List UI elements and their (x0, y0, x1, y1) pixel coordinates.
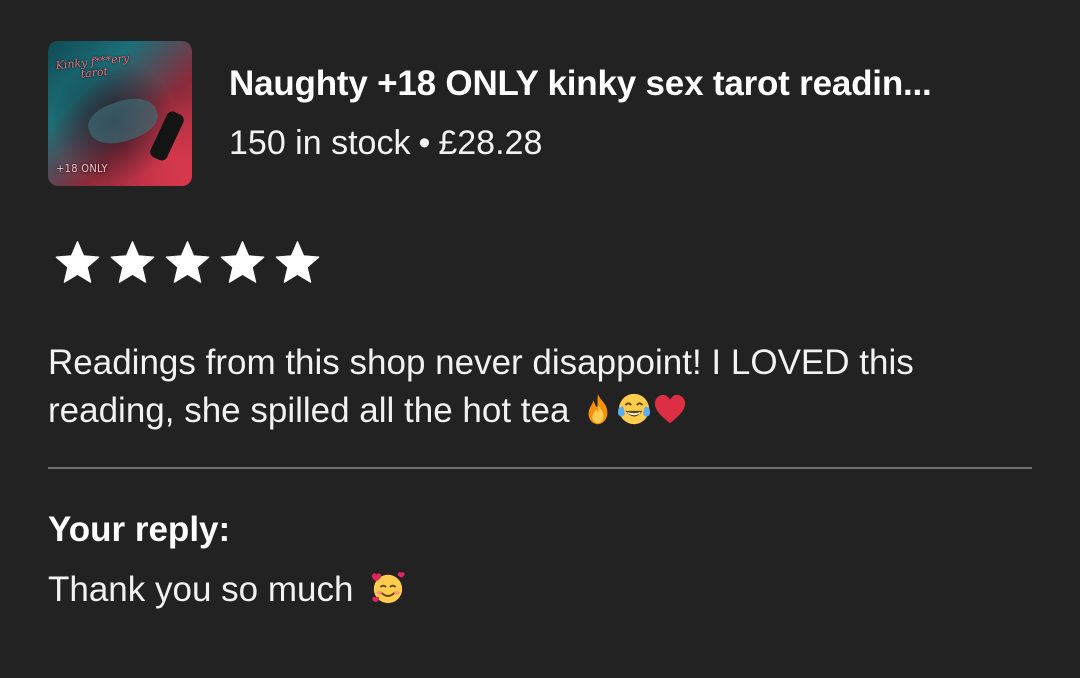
reply-text: Thank you so much (48, 570, 354, 609)
review-card: Kinky f***ery tarot +18 ONLY Naughty +18… (0, 0, 1080, 678)
review-text-block: Readings from this shop never disappoint… (48, 339, 1038, 435)
smiling-face-with-hearts-emoji-icon (372, 572, 405, 604)
star-icon (220, 241, 265, 283)
red-heart-emoji-icon (655, 394, 686, 424)
reply-label: Your reply: (48, 510, 231, 549)
product-meta: 150 in stock • £28.28 (229, 124, 542, 163)
thumbnail-age-badge: +18 ONLY (56, 162, 108, 175)
meta-separator: • (418, 124, 431, 162)
review-text: Readings from this shop never disappoint… (48, 343, 914, 430)
star-icon (110, 241, 155, 283)
fire-emoji-icon (588, 393, 608, 425)
star-icon (165, 241, 210, 283)
product-title[interactable]: Naughty +18 ONLY kinky sex tarot readin.… (229, 64, 1049, 104)
section-divider (48, 467, 1032, 469)
star-icon (275, 241, 320, 283)
stock-count: 150 in stock (229, 124, 411, 162)
reply-text-block: Thank you so much (48, 570, 405, 610)
product-thumbnail[interactable]: Kinky f***ery tarot +18 ONLY (48, 41, 192, 186)
product-price: £28.28 (438, 124, 543, 162)
tears-of-joy-emoji-icon (618, 393, 651, 425)
star-rating (52, 238, 323, 288)
star-icon (55, 241, 100, 283)
